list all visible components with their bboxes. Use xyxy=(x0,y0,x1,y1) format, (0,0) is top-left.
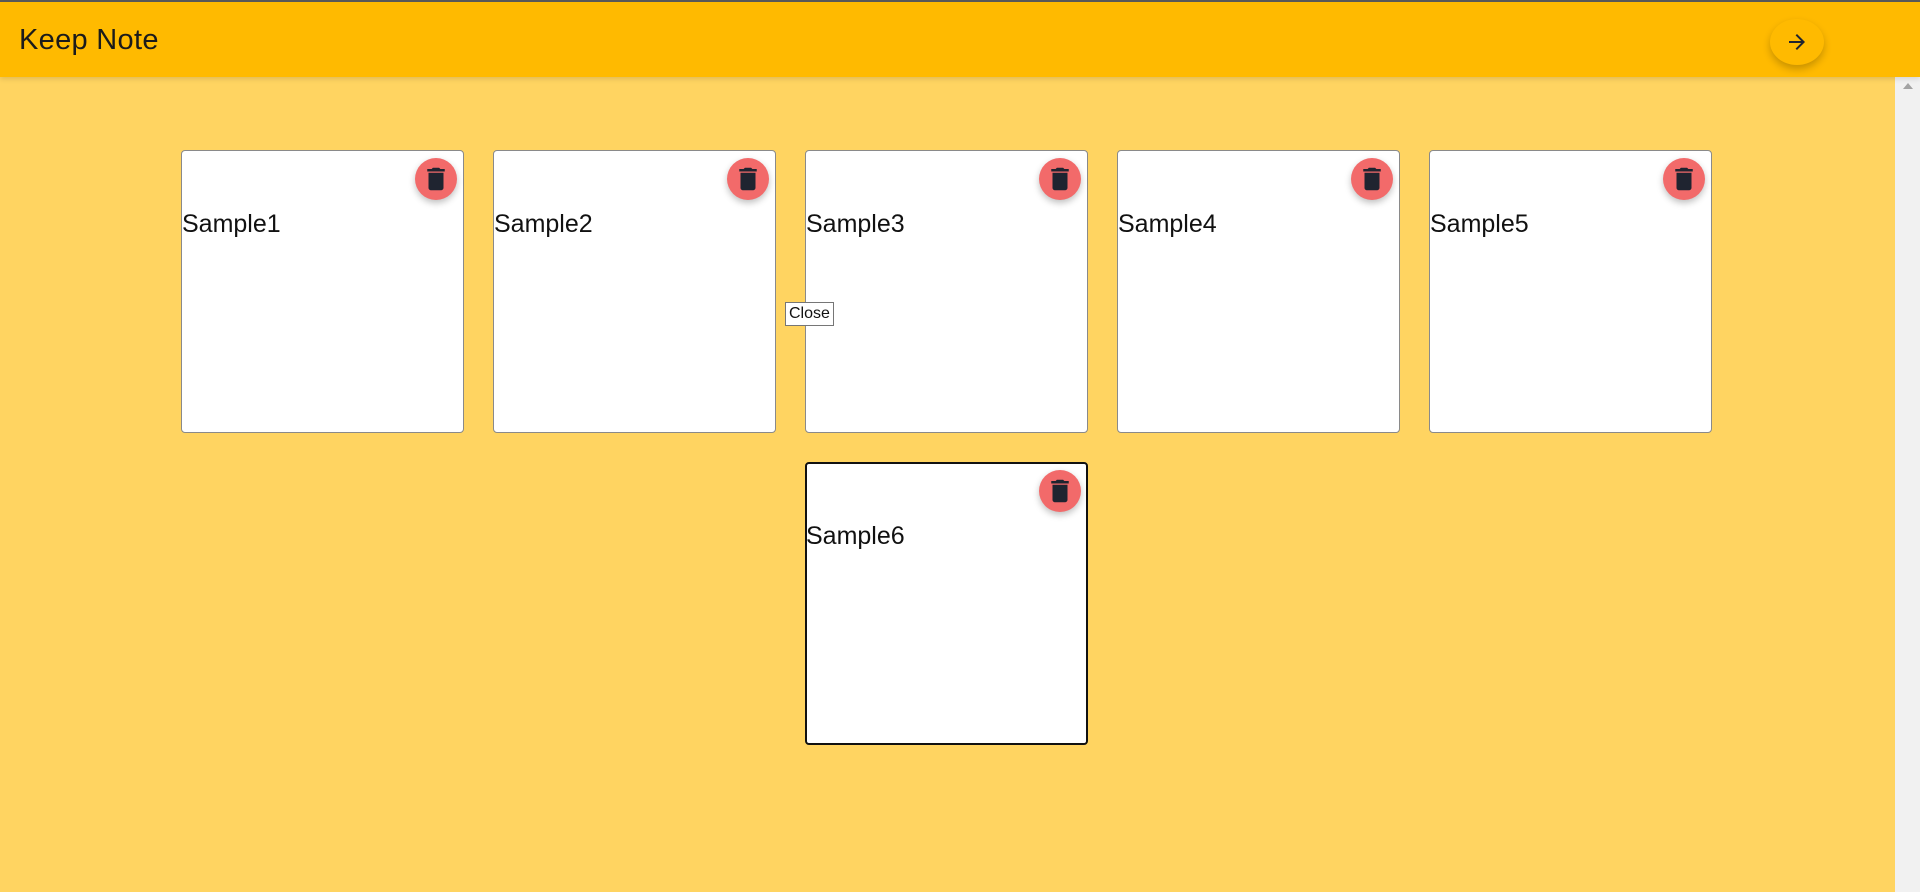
tooltip: Close xyxy=(785,302,834,326)
vertical-scrollbar[interactable] xyxy=(1895,77,1920,892)
trash-icon xyxy=(1051,167,1069,191)
delete-note-button[interactable] xyxy=(1039,158,1081,200)
note-card[interactable]: Sample2 xyxy=(493,150,776,433)
note-text: Sample6 xyxy=(806,522,905,550)
note-card[interactable]: Sample3 xyxy=(805,150,1088,433)
delete-note-button[interactable] xyxy=(415,158,457,200)
trash-icon xyxy=(1675,167,1693,191)
note-card[interactable]: Sample5 xyxy=(1429,150,1712,433)
trash-icon xyxy=(739,167,757,191)
note-card[interactable]: Sample1 xyxy=(181,150,464,433)
delete-note-button[interactable] xyxy=(1663,158,1705,200)
next-button[interactable] xyxy=(1770,19,1824,65)
trash-icon xyxy=(427,167,445,191)
scroll-up-arrow-icon[interactable] xyxy=(1903,83,1913,89)
trash-icon xyxy=(1363,167,1381,191)
delete-note-button[interactable] xyxy=(1039,470,1081,512)
delete-note-button[interactable] xyxy=(727,158,769,200)
arrow-right-icon xyxy=(1789,34,1805,50)
note-card[interactable]: Sample4 xyxy=(1117,150,1400,433)
note-text: Sample5 xyxy=(1430,210,1529,238)
note-text: Sample2 xyxy=(494,210,593,238)
delete-note-button[interactable] xyxy=(1351,158,1393,200)
note-text: Sample4 xyxy=(1118,210,1217,238)
app-title: Keep Note xyxy=(19,24,159,56)
note-text: Sample3 xyxy=(806,210,905,238)
note-text: Sample1 xyxy=(182,210,281,238)
app-bar: Keep Note xyxy=(0,2,1920,77)
note-card-focused[interactable]: Sample6 xyxy=(805,462,1088,745)
trash-icon xyxy=(1051,479,1069,503)
